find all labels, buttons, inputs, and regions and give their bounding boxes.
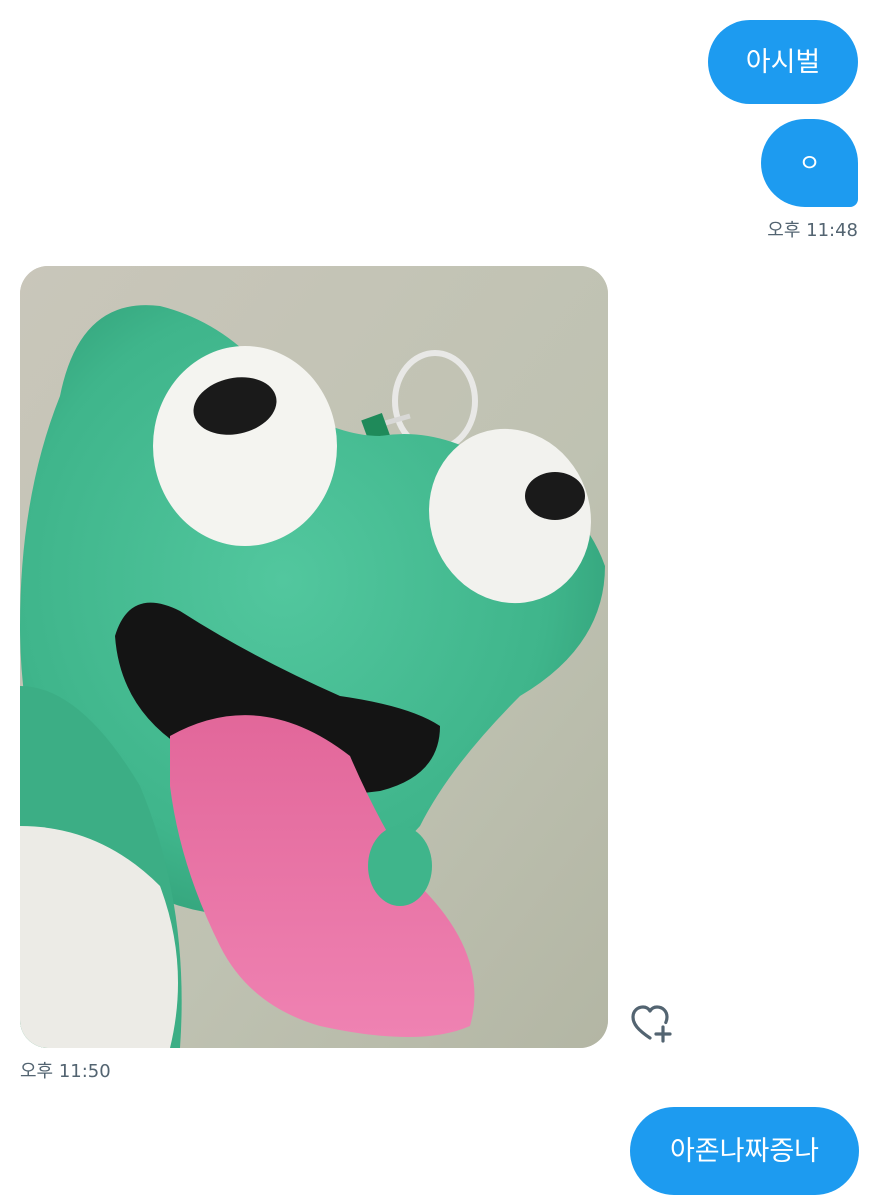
received-image-message[interactable] xyxy=(20,266,608,1048)
message-text: 아존나짜증나 xyxy=(669,1135,820,1167)
plush-frog-photo xyxy=(20,266,608,1048)
add-reaction-button[interactable] xyxy=(628,1000,676,1048)
heart-plus-icon xyxy=(631,1005,672,1043)
sent-message-bubble[interactable]: 아시벌 xyxy=(708,20,858,104)
message-text: 아시벌 xyxy=(745,46,821,78)
sent-message-bubble[interactable]: ㅇ xyxy=(761,119,858,207)
message-timestamp: 오후 11:48 xyxy=(767,220,858,241)
sent-message-bubble[interactable]: 아존나짜증나 xyxy=(630,1107,859,1195)
dm-conversation: 아시벌 ㅇ 오후 11:48 오후 11:50 아존나짜증나 xyxy=(0,0,878,1200)
message-text: ㅇ xyxy=(798,149,821,177)
message-timestamp: 오후 11:50 xyxy=(20,1061,111,1082)
